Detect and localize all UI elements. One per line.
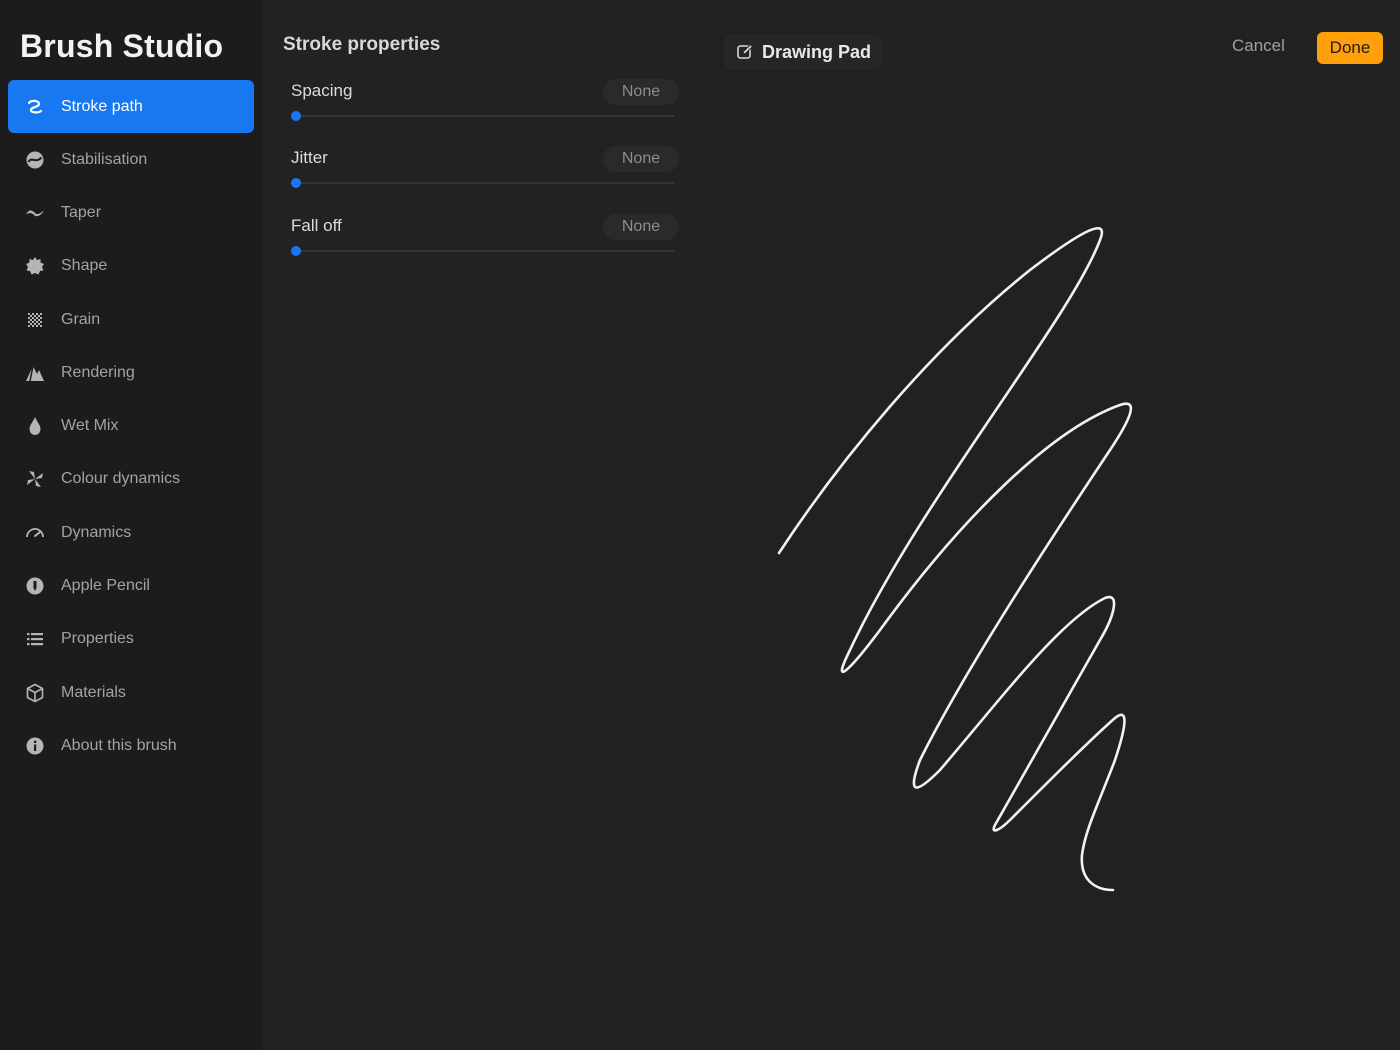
materials-icon [24,682,46,704]
spacing-slider[interactable] [291,115,675,117]
sidebar-nav: Stroke path Stabilisation Taper Shape Gr… [8,80,254,773]
grain-icon [24,309,46,331]
slider-thumb[interactable] [291,178,301,188]
sidebar-item-label: Stabilisation [61,150,148,168]
properties-icon [24,628,46,650]
setting-value[interactable]: None [603,79,679,105]
sidebar-item-properties[interactable]: Properties [8,613,254,666]
drawing-pad-label: Drawing Pad [762,41,872,62]
sidebar-item-stroke-path[interactable]: Stroke path [8,80,254,133]
stabilisation-icon [24,149,46,171]
setting-value[interactable]: None [603,146,679,172]
sidebar-item-label: Shape [61,257,108,275]
setting-fall-off: Fall off None [291,214,679,264]
sidebar-item-rendering[interactable]: Rendering [8,346,254,399]
sidebar-item-label: Rendering [61,363,135,381]
sidebar-item-label: Apple Pencil [61,577,150,595]
setting-label: Jitter [291,148,328,167]
drawing-stroke[interactable] [700,0,1400,1050]
colour-dynamics-icon [24,468,46,490]
drawing-pad[interactable]: Drawing Pad Cancel Done [700,0,1400,1050]
sidebar-item-label: Taper [61,203,102,221]
info-icon [24,735,46,757]
fall-off-slider[interactable] [291,250,675,252]
rendering-icon [24,362,46,384]
sidebar-item-label: Materials [61,683,126,701]
sidebar-item-label: Wet Mix [61,417,119,435]
done-button[interactable]: Done [1317,32,1383,64]
sidebar-item-label: Properties [61,630,134,648]
stroke-properties-panel: Stroke properties Spacing None Jitter No… [262,0,700,1050]
dynamics-icon [24,522,46,544]
drawing-pad-title[interactable]: Drawing Pad [724,34,884,70]
sidebar-item-label: Grain [61,310,101,328]
slider-thumb[interactable] [291,246,301,256]
edit-icon [736,43,754,61]
sidebar-item-colour-dynamics[interactable]: Colour dynamics [8,453,254,506]
panel-title: Stroke properties [283,34,441,55]
sidebar-item-apple-pencil[interactable]: Apple Pencil [8,559,254,612]
brush-studio-app: Brush Studio Stroke path Stabilisation T… [0,0,1400,1050]
sidebar-item-taper[interactable]: Taper [8,186,254,239]
stroke-path-icon [24,96,46,118]
setting-value[interactable]: None [603,214,679,240]
slider-thumb[interactable] [291,111,301,121]
setting-label: Spacing [291,81,353,100]
setting-spacing: Spacing None [291,79,679,129]
sidebar-item-grain[interactable]: Grain [8,293,254,346]
sidebar-item-shape[interactable]: Shape [8,240,254,293]
shape-icon [24,255,46,277]
app-title: Brush Studio [20,28,224,64]
sidebar-item-label: Stroke path [61,97,143,115]
cancel-button[interactable]: Cancel [1232,36,1285,62]
setting-jitter: Jitter None [291,146,679,196]
setting-label: Fall off [291,216,342,235]
sidebar-item-label: Colour dynamics [61,470,181,488]
sidebar-item-label: Dynamics [61,523,132,541]
taper-icon [24,202,46,224]
sidebar-item-dynamics[interactable]: Dynamics [8,506,254,559]
sidebar-item-about-this-brush[interactable]: About this brush [8,719,254,772]
apple-pencil-icon [24,575,46,597]
sidebar: Brush Studio Stroke path Stabilisation T… [0,0,262,1050]
sidebar-item-wet-mix[interactable]: Wet Mix [8,399,254,452]
sidebar-item-stabilisation[interactable]: Stabilisation [8,133,254,186]
sidebar-item-label: About this brush [61,736,177,754]
sidebar-item-materials[interactable]: Materials [8,666,254,719]
jitter-slider[interactable] [291,182,675,184]
wet-mix-icon [24,415,46,437]
